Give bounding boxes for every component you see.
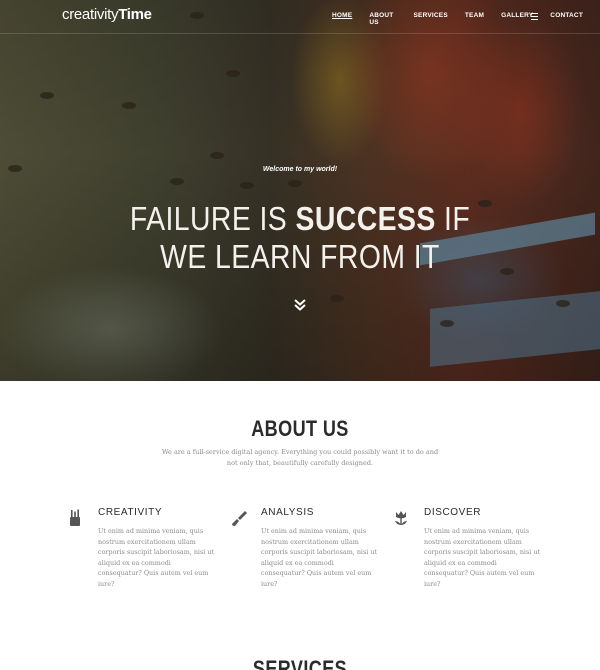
- feature-title: DISCOVER: [424, 507, 482, 518]
- about-text: We are a full-service digital agency. Ev…: [161, 448, 439, 467]
- hero-headline: FAILURE IS SUCCESS IF WE LEARN FROM IT: [42, 200, 558, 276]
- feature-text: Ut enim ad minima veniam, quis nostrum e…: [261, 527, 378, 588]
- hero-content: Welcome to my world! FAILURE IS SUCCESS …: [0, 0, 600, 381]
- paintbrush-icon: [232, 511, 247, 526]
- double-chevron-down-icon[interactable]: [294, 298, 306, 312]
- about-title: ABOUT US: [251, 416, 349, 441]
- feature-title: CREATIVITY: [98, 507, 163, 518]
- hero-welcome: Welcome to my world!: [262, 166, 338, 173]
- flower-icon: [395, 511, 407, 525]
- headline-bold: SUCCESS: [295, 200, 436, 237]
- pencil-cup-icon: [70, 509, 80, 526]
- headline-line2: WE LEARN FROM IT: [160, 238, 440, 275]
- services-title: SERVICES: [252, 656, 348, 670]
- feature-text: Ut enim ad minima veniam, quis nostrum e…: [424, 527, 541, 588]
- headline-part1: FAILURE IS: [129, 200, 296, 237]
- headline-part2: IF: [435, 200, 471, 237]
- feature-title: ANALYSIS: [261, 507, 314, 518]
- feature-text: Ut enim ad minima veniam, quis nostrum e…: [98, 527, 215, 588]
